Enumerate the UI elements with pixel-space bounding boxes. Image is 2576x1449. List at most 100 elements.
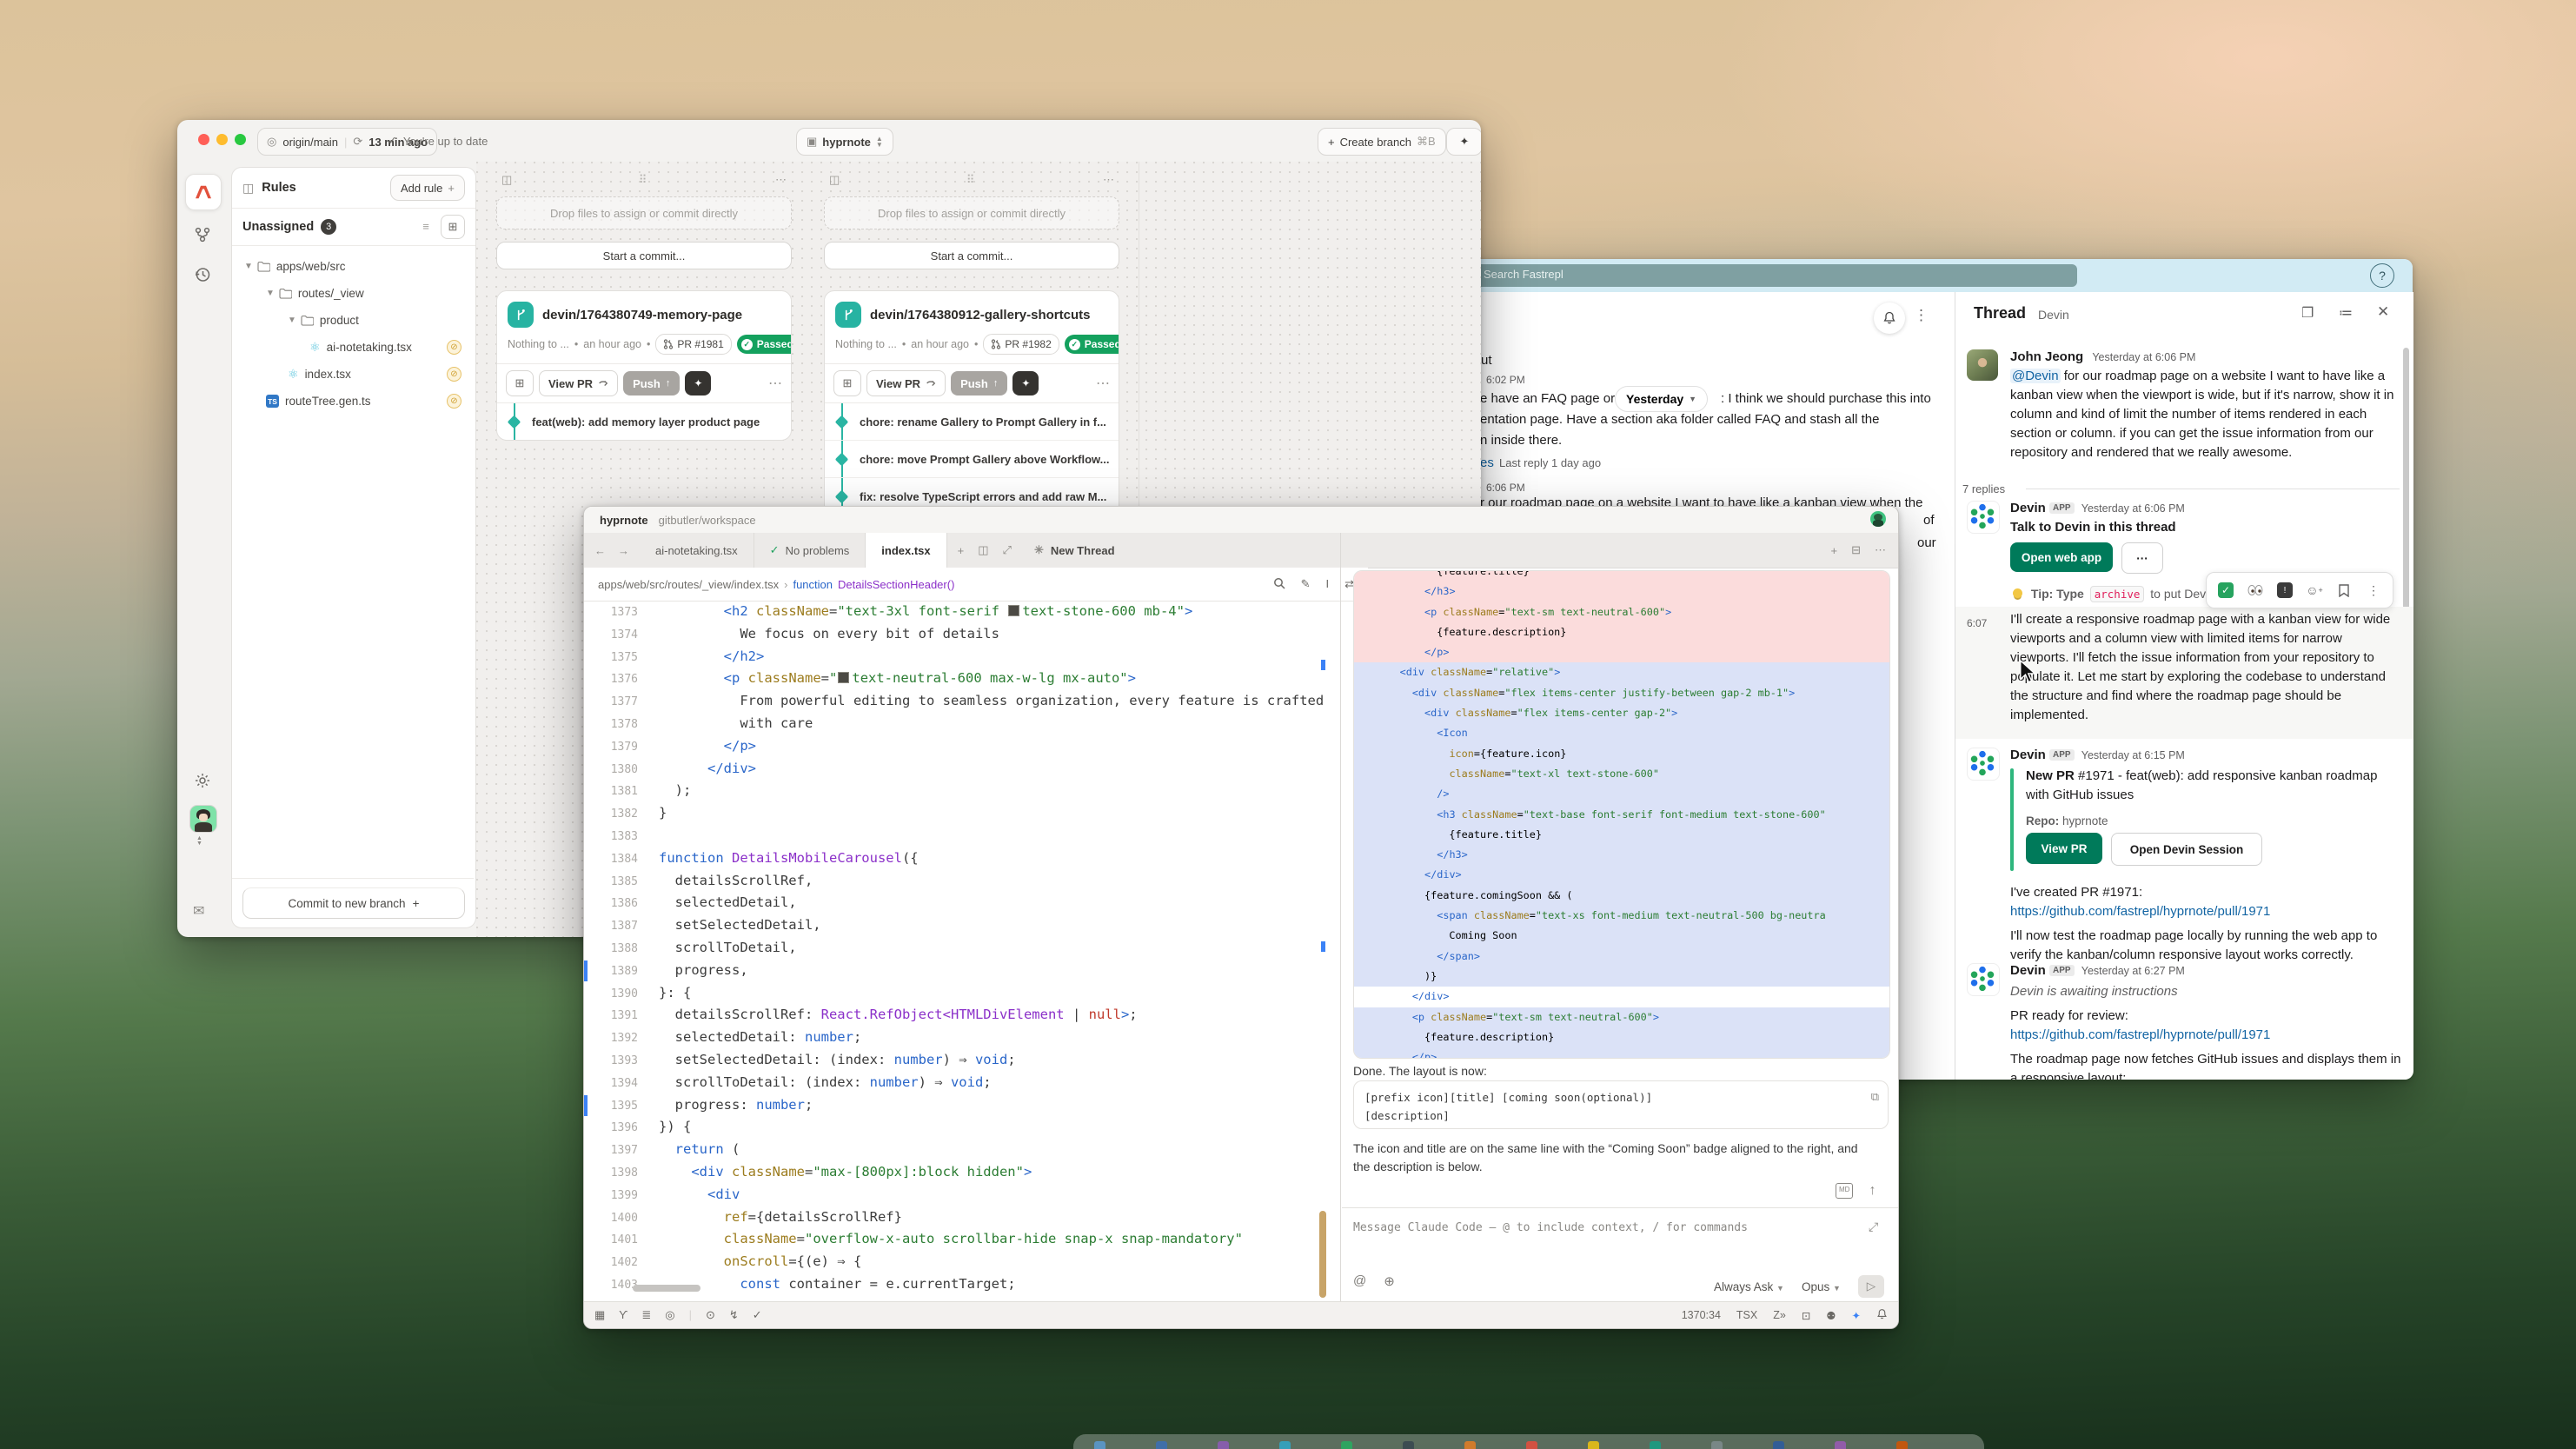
horizontal-scrollbar[interactable] — [633, 1285, 700, 1292]
mention-icon[interactable]: @ — [1353, 1273, 1366, 1289]
history-icon[interactable] — [185, 257, 220, 292]
dock-app-icon[interactable] — [1341, 1441, 1352, 1449]
tree-view-toggle[interactable]: ⊞ — [441, 215, 465, 239]
close-icon[interactable]: ✕ — [2377, 303, 2389, 321]
collapse-rail-icon[interactable]: ▲▼ — [196, 836, 202, 847]
commit-item[interactable]: feat(web): add memory layer product page — [497, 403, 791, 440]
push-button[interactable]: Push ↑ — [623, 371, 680, 395]
dock-app-icon[interactable] — [1835, 1441, 1846, 1449]
code-scrollbar-thumb[interactable] — [1319, 1211, 1326, 1298]
workspace-selector[interactable]: ▣ hyprnote ▲▼ — [796, 128, 893, 156]
timestamp[interactable]: Yesterday at 6:27 PM — [2081, 965, 2185, 977]
ci-status-pill[interactable]: ✓Passed — [737, 335, 792, 354]
pr-link[interactable]: https://github.com/fastrepl/hyprnote/pul… — [2010, 902, 2270, 921]
search-status-icon[interactable]: ⊙ — [706, 1308, 715, 1322]
dock-app-icon[interactable] — [1711, 1441, 1723, 1449]
lane-collapse-icon[interactable]: ◫ — [829, 173, 840, 187]
custom-emoji-icon[interactable]: ! — [2274, 580, 2295, 601]
cursor-icon[interactable]: I — [1325, 577, 1329, 592]
claude-input[interactable]: Message Claude Code — @ to include conte… — [1353, 1221, 1748, 1234]
open-in-window-icon[interactable]: ❐ — [2301, 304, 2314, 322]
search-icon[interactable] — [1273, 577, 1285, 592]
actions-icon[interactable]: ↯ — [729, 1308, 739, 1322]
bell-icon[interactable] — [1876, 1308, 1888, 1323]
claude-collapse-icon[interactable]: ⊟ — [1851, 543, 1861, 557]
commit-item[interactable]: chore: move Prompt Gallery above Workflo… — [825, 441, 1119, 478]
ai-actions-button[interactable]: ✦ — [1446, 128, 1481, 156]
check-reaction-icon[interactable]: ✓ — [2215, 580, 2236, 601]
branches-icon[interactable] — [185, 217, 220, 252]
help-icon[interactable]: ? — [2370, 263, 2394, 288]
dock-app-icon[interactable] — [1279, 1441, 1291, 1449]
open-web-app-button[interactable]: Open web app — [2010, 542, 2113, 572]
dock-app-icon[interactable] — [1218, 1441, 1229, 1449]
date-divider-pill[interactable]: Yesterday▼ — [1615, 386, 1708, 412]
terminal-icon[interactable]: ⊡ — [1802, 1309, 1810, 1322]
tab-index-tsx[interactable]: index.tsx — [866, 533, 946, 568]
start-commit-button[interactable]: Start a commit... — [824, 242, 1119, 269]
more-options-icon[interactable]: ⋮ — [1914, 307, 1929, 324]
timestamp[interactable]: 6:07 — [1967, 614, 1987, 633]
scroll-up-icon[interactable]: ↑ — [1869, 1183, 1876, 1199]
thread-settings-icon[interactable]: ≔ — [2339, 304, 2353, 322]
branch-menu-icon[interactable]: ⋯ — [768, 375, 782, 392]
dock-app-icon[interactable] — [1403, 1441, 1414, 1449]
avatar[interactable] — [1967, 349, 1998, 381]
pr-pill[interactable]: PR #1982 — [983, 334, 1059, 355]
pane-divider[interactable] — [1340, 533, 1341, 1302]
add-rule-button[interactable]: Add rule+ — [390, 175, 465, 201]
breadcrumb[interactable]: apps/web/src/routes/_view/index.tsx › fu… — [584, 568, 1368, 602]
ai-commit-button[interactable]: ✦ — [685, 371, 711, 395]
devin-avatar[interactable] — [1967, 748, 2000, 781]
dock-app-icon[interactable] — [1464, 1441, 1476, 1449]
open-devin-session-button[interactable]: Open Devin Session — [2111, 833, 2262, 866]
user-avatar[interactable] — [189, 805, 217, 833]
ci-status-pill[interactable]: ✓Passed — [1065, 335, 1119, 354]
ai-commit-button[interactable]: ✦ — [1012, 371, 1039, 395]
settings-gear-icon[interactable] — [185, 763, 220, 798]
add-reaction-icon[interactable]: ☺+ — [2304, 580, 2325, 601]
notifications-bell-icon[interactable] — [1874, 302, 1905, 334]
commit-to-new-branch-button[interactable]: Commit to new branch+ — [242, 887, 465, 919]
tree-item-product[interactable]: ▼product — [232, 307, 475, 334]
copilot-spark-icon[interactable]: ✦ — [1852, 1309, 1861, 1322]
claude-more-icon[interactable]: ⋯ — [1875, 543, 1886, 557]
timestamp[interactable]: Yesterday at 6:15 PM — [2081, 749, 2185, 761]
dock-app-icon[interactable] — [1588, 1441, 1599, 1449]
pr-link[interactable]: https://github.com/fastrepl/hyprnote/pul… — [2010, 1026, 2270, 1045]
tab-ai-notetaking[interactable]: ai-notetaking.tsx — [640, 533, 754, 568]
view-pr-button[interactable]: View PR — [866, 370, 946, 396]
new-tab-icon[interactable]: + — [958, 544, 965, 557]
markdown-icon[interactable]: MD — [1836, 1183, 1853, 1199]
view-pr-button[interactable]: View PR — [539, 370, 618, 396]
nav-forward-icon[interactable]: → — [618, 544, 629, 557]
editor-titlebar[interactable]: hyprnote gitbutler/workspace — [584, 507, 1898, 533]
bot-name[interactable]: Devin — [2010, 963, 2046, 978]
dock-app-icon[interactable] — [1896, 1441, 1908, 1449]
start-commit-button[interactable]: Start a commit... — [496, 242, 792, 269]
feedback-mail-icon[interactable]: ✉ — [193, 902, 204, 920]
devin-avatar[interactable] — [1967, 963, 2000, 996]
minimize-window-button[interactable] — [216, 134, 228, 145]
split-editor-icon[interactable]: ◫ — [978, 543, 988, 557]
expand-icon[interactable]: ⤢ — [1003, 543, 1012, 557]
dock-app-icon[interactable] — [1094, 1441, 1105, 1449]
branch-menu-icon[interactable]: ⋯ — [1096, 375, 1110, 392]
timestamp[interactable]: Yesterday at 6:06 PM — [2092, 351, 2195, 363]
lane-menu-icon[interactable]: ⋯ — [1103, 173, 1114, 187]
lane-menu-icon[interactable]: ⋯ — [775, 173, 787, 187]
branch-name[interactable]: devin/1764380912-gallery-shortcuts — [870, 308, 1090, 322]
commit-item[interactable]: chore: rename Gallery to Prompt Gallery … — [825, 403, 1119, 441]
dock[interactable] — [1073, 1434, 1984, 1449]
drop-files-zone[interactable]: Drop files to assign or commit directly — [824, 196, 1119, 229]
collab-icon[interactable]: ◎ — [665, 1308, 674, 1322]
tree-item-routetree-gen-ts[interactable]: TSrouteTree.gen.ts⊘ — [232, 388, 475, 415]
tree-item-ai-notetaking-tsx[interactable]: ⚛ai-notetaking.tsx⊘ — [232, 334, 475, 361]
model-select[interactable]: Opus ▼ — [1802, 1280, 1841, 1293]
nav-back-icon[interactable]: ← — [594, 544, 606, 557]
lane-collapse-icon[interactable]: ◫ — [501, 173, 512, 187]
add-comment-button[interactable]: ⊞ — [506, 370, 534, 396]
copy-icon[interactable]: ⧉ — [1871, 1088, 1879, 1107]
add-comment-button[interactable]: ⊞ — [833, 370, 861, 396]
claude-new-icon[interactable]: + — [1831, 544, 1838, 557]
